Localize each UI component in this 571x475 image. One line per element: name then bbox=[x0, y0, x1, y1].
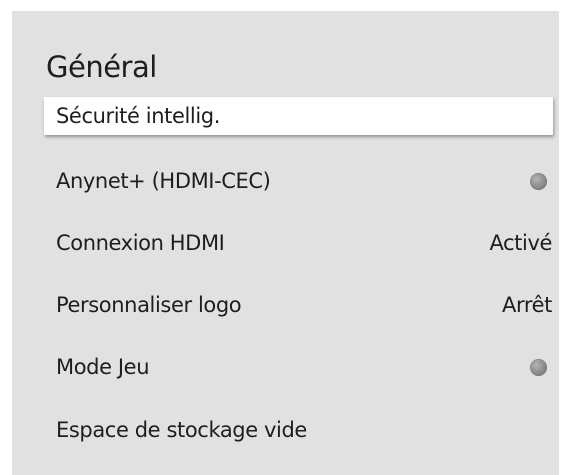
menu-item-espace-stockage[interactable]: Espace de stockage vide bbox=[44, 410, 554, 450]
menu-item-label: Anynet+ (HDMI-CEC) bbox=[56, 169, 271, 193]
menu-item-securite-intellig[interactable]: Sécurité intellig. bbox=[44, 97, 553, 135]
menu-item-connexion-hdmi[interactable]: Connexion HDMI Activé bbox=[44, 223, 554, 263]
menu-item-value: Activé bbox=[489, 231, 552, 255]
settings-panel: Général Sécurité intellig. Anynet+ (HDMI… bbox=[12, 11, 559, 475]
menu-item-personnaliser-logo[interactable]: Personnaliser logo Arrêt bbox=[44, 285, 554, 325]
menu-item-label: Sécurité intellig. bbox=[56, 104, 221, 128]
menu-item-label: Mode Jeu bbox=[56, 355, 150, 379]
toggle-off-icon[interactable] bbox=[530, 172, 547, 190]
menu-item-mode-jeu[interactable]: Mode Jeu bbox=[44, 347, 554, 387]
menu-item-label: Personnaliser logo bbox=[56, 293, 242, 317]
menu-item-anynet[interactable]: Anynet+ (HDMI-CEC) bbox=[44, 161, 554, 201]
toggle-off-icon[interactable] bbox=[530, 358, 547, 376]
menu-item-label: Connexion HDMI bbox=[56, 231, 225, 255]
page-title: Général bbox=[46, 50, 157, 84]
menu-item-value: Arrêt bbox=[502, 293, 552, 317]
menu-item-label: Espace de stockage vide bbox=[56, 418, 307, 442]
